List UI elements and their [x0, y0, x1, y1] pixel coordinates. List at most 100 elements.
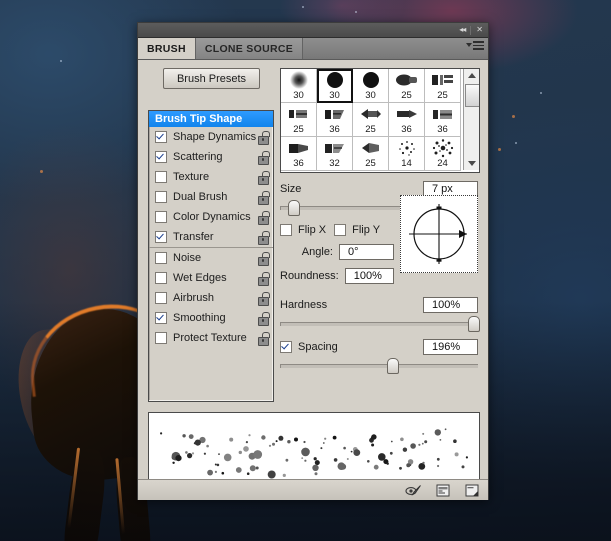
- option-smoothing[interactable]: Smoothing: [149, 308, 273, 328]
- brush-size-label: 36: [293, 158, 304, 169]
- option-transfer[interactable]: Transfer: [149, 227, 273, 247]
- hardness-input[interactable]: 100%: [423, 297, 478, 313]
- lock-icon[interactable]: [258, 191, 270, 205]
- brush-tip-grid[interactable]: 30 30 30 25 25 25 36 25 36 36 36 32 25 14 24: [280, 68, 480, 173]
- brush-grid-row: 36 32 25 14 24: [281, 137, 463, 171]
- angle-input[interactable]: 0°: [339, 244, 394, 260]
- brush-size-label: 24: [437, 158, 448, 169]
- option-brush-tip-shape[interactable]: Brush Tip Shape: [149, 111, 273, 127]
- collapse-icon[interactable]: ◂◂: [456, 26, 468, 34]
- brush-tip-pointed-tip[interactable]: 36: [389, 103, 425, 137]
- option-color-dynamics[interactable]: Color Dynamics: [149, 207, 273, 227]
- scrollbar-thumb[interactable]: [465, 84, 479, 107]
- spacing-slider-track: [280, 364, 478, 368]
- roundness-input[interactable]: 100%: [344, 268, 394, 284]
- panel-body: Brush Presets Brush Tip Shape Shape Dyna…: [138, 60, 488, 500]
- slanted-block-icon: [317, 137, 352, 159]
- option-wet-edges[interactable]: Wet Edges: [149, 268, 273, 288]
- scroll-down-arrow[interactable]: [464, 157, 479, 170]
- option-checkbox[interactable]: [155, 292, 167, 304]
- option-checkbox[interactable]: [155, 312, 167, 324]
- hardness-label: Hardness: [280, 299, 328, 311]
- brush-tip-angled-bristle[interactable]: 36: [317, 103, 353, 137]
- open-preset-manager-icon[interactable]: [434, 483, 451, 498]
- create-new-brush-icon[interactable]: [463, 483, 480, 498]
- lock-icon[interactable]: [258, 231, 270, 245]
- option-checkbox[interactable]: [155, 272, 167, 284]
- option-checkbox[interactable]: [155, 151, 167, 163]
- flip-y-checkbox[interactable]: Flip Y: [334, 224, 380, 236]
- lock-icon[interactable]: [258, 272, 270, 286]
- brush-size-label: 30: [365, 90, 376, 101]
- spacing-slider[interactable]: [280, 358, 478, 374]
- scroll-up-arrow[interactable]: [464, 69, 479, 82]
- flat-tip-icon: [389, 69, 424, 91]
- option-texture[interactable]: Texture: [149, 167, 273, 187]
- brush-tip-fan-brush[interactable]: 25: [353, 137, 389, 171]
- titlebar-divider: [470, 25, 472, 35]
- lock-icon[interactable]: [258, 252, 270, 266]
- lock-icon[interactable]: [258, 292, 270, 306]
- brush-tip-round-fan[interactable]: 25: [353, 103, 389, 137]
- brush-tip-hard-round[interactable]: 30: [317, 69, 353, 103]
- brush-grid-row: 30 30 30 25 25: [281, 69, 463, 103]
- lock-icon[interactable]: [258, 171, 270, 185]
- panel-footer: [138, 479, 488, 500]
- spacing-input[interactable]: 196%: [423, 339, 478, 355]
- option-noise[interactable]: Noise: [149, 247, 273, 268]
- hardness-slider-track: [280, 322, 478, 326]
- brush-tip-flat-block[interactable]: 36: [425, 103, 461, 137]
- option-checkbox[interactable]: [155, 332, 167, 344]
- flip-x-box[interactable]: [280, 224, 292, 236]
- option-checkbox[interactable]: [155, 191, 167, 203]
- flip-x-checkbox[interactable]: Flip X: [280, 224, 326, 236]
- angle-preview-graphic: [409, 204, 467, 264]
- hardness-slider-thumb[interactable]: [468, 316, 480, 332]
- option-protect-texture[interactable]: Protect Texture: [149, 328, 273, 348]
- option-checkbox[interactable]: [155, 231, 167, 243]
- brush-tip-wedge-tip[interactable]: 36: [281, 137, 317, 171]
- panel-menu-icon[interactable]: [466, 41, 484, 50]
- option-checkbox[interactable]: [155, 131, 167, 143]
- lock-icon[interactable]: [258, 211, 270, 225]
- brush-tip-spatter-small[interactable]: 14: [389, 137, 425, 171]
- option-checkbox[interactable]: [155, 211, 167, 223]
- tab-brush[interactable]: BRUSH: [138, 38, 196, 59]
- tabs-filler: [303, 38, 488, 59]
- brush-tip-flat-tip[interactable]: 25: [389, 69, 425, 103]
- spacing-slider-thumb[interactable]: [387, 358, 399, 374]
- close-icon[interactable]: ✕: [473, 26, 485, 34]
- lock-icon[interactable]: [258, 332, 270, 346]
- background-star: [302, 6, 304, 8]
- hardness-slider[interactable]: [280, 316, 480, 332]
- toggle-brush-preview-icon[interactable]: [405, 483, 422, 498]
- lock-icon[interactable]: [258, 312, 270, 326]
- brush-presets-button[interactable]: Brush Presets: [163, 68, 260, 89]
- brush-panel: ◂◂ ✕ BRUSH CLONE SOURCE Brush Presets Br…: [137, 22, 489, 500]
- option-checkbox[interactable]: [155, 252, 167, 264]
- brush-tip-hard-round[interactable]: 30: [353, 69, 389, 103]
- option-shape-dynamics[interactable]: Shape Dynamics: [149, 127, 273, 147]
- brush-grid-scrollbar[interactable]: [463, 69, 479, 170]
- size-slider-thumb[interactable]: [288, 200, 300, 216]
- brush-grid-row: 25 36 25 36 36: [281, 103, 463, 137]
- tab-clone-source[interactable]: CLONE SOURCE: [195, 38, 304, 59]
- flip-y-box[interactable]: [334, 224, 347, 236]
- spacing-checkbox[interactable]: [280, 341, 292, 353]
- brush-size-label: 30: [293, 90, 304, 101]
- brush-tip-slanted-block[interactable]: 32: [317, 137, 353, 171]
- lock-icon[interactable]: [258, 151, 270, 165]
- angle-roundness-preview[interactable]: [400, 195, 478, 273]
- brush-tip-flat-bristle[interactable]: 25: [281, 103, 317, 137]
- brush-tip-spatter-large[interactable]: 24: [425, 137, 461, 171]
- option-scattering[interactable]: Scattering: [149, 147, 273, 167]
- option-dual-brush[interactable]: Dual Brush: [149, 187, 273, 207]
- brush-tip-bristle-block[interactable]: 25: [425, 69, 461, 103]
- option-airbrush[interactable]: Airbrush: [149, 288, 273, 308]
- size-label: Size: [280, 183, 302, 195]
- option-checkbox[interactable]: [155, 171, 167, 183]
- spacing-label: Spacing: [298, 341, 338, 353]
- lock-icon[interactable]: [258, 131, 270, 145]
- brush-tip-soft-round[interactable]: 30: [281, 69, 317, 103]
- round-fan-icon: [353, 103, 388, 125]
